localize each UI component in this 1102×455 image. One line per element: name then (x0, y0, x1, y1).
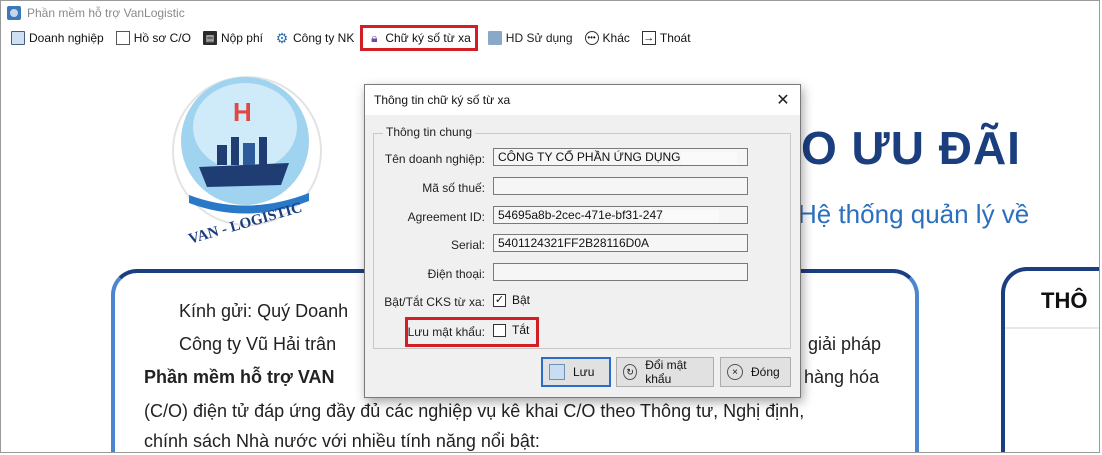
close-icon[interactable]: ✕ (766, 85, 800, 115)
company-name-value: CÔNG TY CỔ PHẦN ỨNG DỤNG (498, 150, 681, 164)
lock-icon: 🔒︎ (371, 30, 378, 45)
menu-label: Hồ sơ C/O (133, 31, 191, 45)
menu-nop-phi[interactable]: ▤ Nộp phí (197, 26, 269, 50)
menu-khac[interactable]: ••• Khác (579, 26, 636, 50)
letter-line: hàng hóa (804, 367, 880, 387)
letter-line: Công ty Vũ Hải trân (179, 334, 337, 354)
right-card-title: THÔ (1041, 288, 1088, 313)
menu-hd-su-dung[interactable]: HD Sử dụng (482, 26, 579, 50)
agreement-id-label: Agreement ID: (407, 210, 485, 224)
menu-label: HD Sử dụng (505, 31, 573, 45)
menu-chu-ky-so-tu-xa[interactable]: 🔒︎ Chữ ký số từ xa (360, 25, 478, 51)
svg-text:H: H (233, 97, 252, 127)
company-name-label: Tên doanh nghiệp: (384, 152, 485, 166)
key-icon: ↻ (623, 364, 638, 380)
save-button[interactable]: Lưu (541, 357, 611, 387)
building-icon (11, 31, 25, 45)
checkbox-unchecked[interactable] (493, 323, 506, 337)
redacted-area (662, 209, 719, 222)
serial-label: Serial: (450, 238, 485, 252)
gear-icon: ⚙ (275, 29, 289, 46)
save-password-state: Tắt (512, 323, 530, 337)
change-password-label: Đổi mật khẩu (645, 358, 687, 386)
letter-line: Kính gửi: Quý Doanh (179, 301, 349, 321)
phone-field[interactable] (493, 263, 748, 281)
book-icon (487, 31, 502, 45)
toggle-cks-label: Bật/Tắt CKS từ xa: (384, 295, 485, 309)
hero-subtitle: Hệ thống quản lý về (798, 199, 1030, 229)
menu-label: Chữ ký số từ xa (385, 31, 471, 45)
close-button-label: Đóng (751, 365, 780, 379)
payment-icon: ▤ (202, 31, 217, 45)
close-circle-icon: × (727, 364, 743, 380)
menu-label: Doanh nghiệp (29, 31, 104, 45)
redacted-area (680, 151, 737, 164)
remote-signature-dialog: Thông tin chữ ký số từ xa ✕ Thông tin ch… (364, 84, 801, 398)
menu-bar: Doanh nghiệp Hồ sơ C/O ▤ Nộp phí ⚙ Công … (1, 25, 1099, 51)
menu-label: Khác (602, 31, 630, 45)
menu-label: Nộp phí (220, 31, 263, 45)
letter-line: chính sách Nhà nước với nhiều tính năng … (144, 431, 540, 451)
tax-code-field[interactable] (493, 177, 748, 195)
close-button[interactable]: × Đóng (720, 357, 791, 387)
save-password-checkbox[interactable]: Tắt (493, 323, 529, 337)
exit-icon: → (641, 31, 656, 45)
letter-line: giải pháp (808, 334, 882, 354)
group-title: Thông tin chung (383, 125, 476, 139)
window-title: Phần mềm hỗ trợ VanLogistic (27, 6, 185, 20)
menu-thoat[interactable]: → Thoát (636, 26, 697, 50)
letter-bold: Phần mềm hỗ trợ VAN (144, 367, 335, 387)
file-icon (115, 31, 130, 45)
menu-label: Thoát (659, 31, 691, 45)
save-button-label: Lưu (573, 365, 595, 379)
more-icon: ••• (584, 31, 599, 45)
checkbox-checked[interactable]: ✓ (493, 293, 506, 307)
menu-ho-so-co[interactable]: Hồ sơ C/O (110, 26, 197, 50)
menu-cong-ty-nk[interactable]: ⚙ Công ty NK (269, 26, 360, 50)
menu-doanh-nghiep[interactable]: Doanh nghiệp (5, 26, 110, 50)
dialog-titlebar: Thông tin chữ ký số từ xa ✕ (365, 85, 800, 115)
menu-label: Công ty NK (292, 31, 355, 45)
toggle-cks-state: Bật (512, 293, 531, 307)
change-password-button[interactable]: ↻ Đổi mật khẩu (616, 357, 714, 387)
app-window: Phần mềm hỗ trợ VanLogistic Doanh nghiệp… (0, 0, 1100, 453)
company-name-field[interactable]: CÔNG TY CỔ PHẦN ỨNG DỤNG (493, 148, 748, 166)
hero-title: O ƯU ĐÃI (801, 122, 1021, 174)
divider (1005, 327, 1099, 329)
agreement-id-value: 54695a8b-2cec-471e-bf31-247 (498, 208, 663, 222)
letter-line: Phần mềm hỗ trợ VAN (144, 367, 335, 388)
phone-label: Điện thoại: (427, 267, 485, 281)
save-icon (549, 364, 565, 380)
dialog-title: Thông tin chữ ký số từ xa (374, 93, 511, 107)
van-logistic-logo: H VAN - LOGISTIC (172, 76, 322, 245)
tax-code-label: Mã số thuế: (422, 181, 485, 195)
window-titlebar: Phần mềm hỗ trợ VanLogistic (1, 1, 1099, 25)
serial-field[interactable]: 5401124321FF2B28116D0A (493, 234, 748, 252)
toggle-cks-checkbox[interactable]: ✓ Bật (493, 293, 530, 307)
agreement-id-field[interactable]: 54695a8b-2cec-471e-bf31-247 (493, 206, 748, 224)
save-password-label: Lưu mật khẩu: (407, 325, 485, 339)
letter-line: (C/O) điện tử đáp ứng đầy đủ các nghiệp … (144, 401, 805, 421)
app-icon (7, 6, 21, 20)
